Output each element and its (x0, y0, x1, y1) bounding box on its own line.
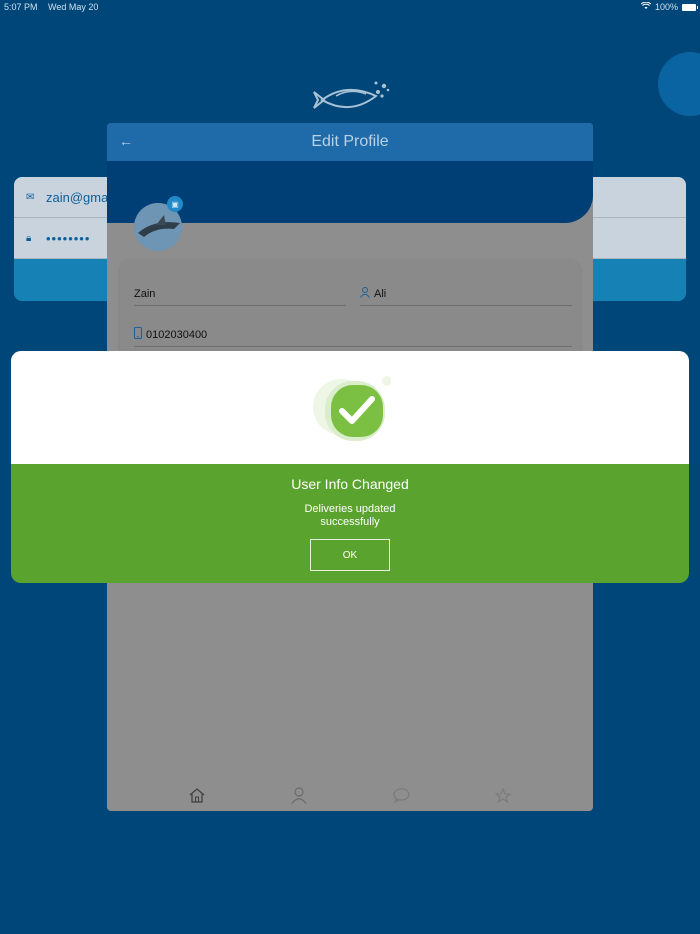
status-right: 100% (640, 1, 698, 12)
ok-button[interactable]: OK (310, 539, 390, 571)
status-date: Wed May 20 (48, 2, 99, 12)
home-icon[interactable] (180, 785, 214, 805)
alert-message-line-1: Deliveries updated (304, 503, 396, 515)
last-name-field[interactable]: Ali (360, 282, 572, 306)
alert-title: User Info Changed (291, 476, 409, 492)
lock-icon: 🔒︎ (26, 232, 32, 244)
first-name-field[interactable]: Zain (134, 282, 346, 306)
phone-icon (134, 327, 142, 342)
bottom-nav (107, 779, 593, 811)
decorative-circle (658, 52, 700, 116)
user-icon (360, 286, 370, 301)
alert-icon-area (11, 351, 689, 464)
edit-profile-header: ← Edit Profile (107, 123, 593, 161)
password-value: •••••••• (46, 230, 91, 246)
chat-icon[interactable] (384, 785, 418, 805)
back-arrow-icon[interactable]: ← (119, 133, 133, 149)
edit-profile-title: Edit Profile (311, 133, 389, 150)
success-alert-dialog: User Info Changed Deliveries updated suc… (11, 351, 689, 583)
last-name-value: Ali (374, 287, 387, 300)
status-time: 5:07 PM (4, 2, 38, 12)
first-name-value: Zain (134, 287, 156, 300)
alert-message-line-2: successfully (320, 516, 380, 528)
star-icon[interactable] (486, 785, 520, 805)
wifi-icon (640, 1, 652, 12)
phone-field[interactable]: 0102030400 (134, 323, 572, 347)
checkmark-icon (311, 375, 392, 445)
user-nav-icon[interactable] (282, 785, 316, 805)
phone-value: 0102030400 (146, 328, 208, 341)
fish-logo-icon (306, 78, 394, 118)
mail-icon: ✉ (26, 191, 35, 203)
battery-percent: 100% (654, 2, 678, 12)
camera-icon[interactable]: ▣ (167, 196, 183, 212)
battery-icon (682, 3, 698, 11)
status-left: 5:07 PM Wed May 20 (4, 2, 106, 12)
alert-message: Deliveries updated successfully (11, 503, 689, 529)
status-bar: 5:07 PM Wed May 20 100% (0, 0, 700, 14)
profile-blue-band (107, 161, 593, 223)
